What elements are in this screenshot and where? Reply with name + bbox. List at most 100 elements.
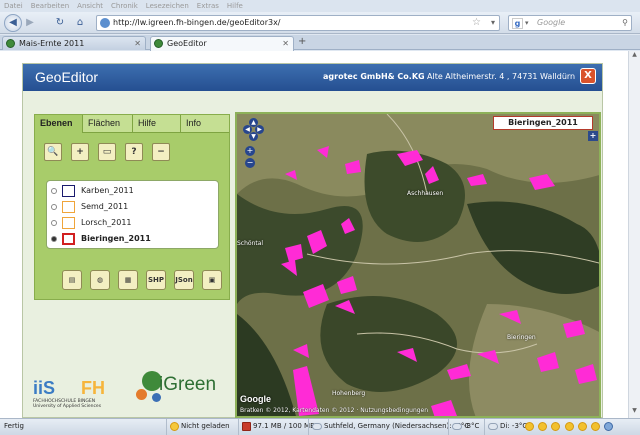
home-icon[interactable]: ⌂ <box>72 15 88 31</box>
load-status-text: Nicht geladen <box>181 422 230 430</box>
tab-hilfe[interactable]: Hilfe <box>133 115 181 133</box>
close-button[interactable]: X <box>580 68 596 84</box>
memory-icon <box>242 421 251 431</box>
weather-icons <box>522 419 615 435</box>
menu-bearbeiten[interactable]: Bearbeiten <box>31 0 69 12</box>
iis-logo-text: iiS <box>33 378 56 398</box>
new-document-icon[interactable]: ▭ <box>98 143 116 161</box>
layer-radio-selected[interactable] <box>51 236 57 242</box>
address-bar[interactable]: http://lw.igreen.fh-bingen.de/geoEditor3… <box>96 15 500 31</box>
weather-forecast-1[interactable]: -8°C <box>448 419 479 435</box>
menu-lesezeichen[interactable]: Lesezeichen <box>146 0 189 12</box>
layer-name: Lorsch_2011 <box>81 218 132 227</box>
print-icon[interactable]: ▤ <box>62 270 82 290</box>
page-content: GeoEditor agrotec GmbH& Co.KG Alte Althe… <box>0 51 640 418</box>
reload-icon[interactable]: ↻ <box>52 15 68 31</box>
place-label: Hohenberg <box>332 390 366 397</box>
layer-item-karben[interactable]: Karben_2011 <box>51 184 216 198</box>
sun-icon <box>551 421 561 431</box>
google-logo[interactable]: Google <box>240 394 271 404</box>
place-label: Aschhausen <box>407 190 444 197</box>
load-status: Nicht geladen <box>166 419 230 435</box>
zoom-in-icon[interactable]: + <box>71 143 89 161</box>
help-icon[interactable]: ? <box>125 143 143 161</box>
map-zoom-in-icon[interactable]: + <box>245 146 255 156</box>
tab-close-icon[interactable]: ✕ <box>282 37 289 50</box>
sun-icon <box>591 421 601 431</box>
fh-logo-text: FH <box>81 378 105 398</box>
layer-radio[interactable] <box>51 220 57 226</box>
tab-info[interactable]: Info <box>181 115 229 133</box>
menu-hilfe[interactable]: Hilfe <box>227 0 243 12</box>
layer-item-semd[interactable]: Semd_2011 <box>51 200 216 214</box>
save-icon[interactable]: ▣ <box>202 270 222 290</box>
active-layer-label: Bieringen_2011 <box>493 116 593 130</box>
browser-window: Datei Bearbeiten Ansicht Chronik Lesezei… <box>0 0 640 435</box>
weather-status[interactable]: Suthfeld, Germany (Niedersachsen): -6°C <box>308 419 469 435</box>
menu-bar: Datei Bearbeiten Ansicht Chronik Lesezei… <box>0 0 640 12</box>
search-input[interactable]: g ▾ Google ⚲ <box>508 15 632 31</box>
layer-item-bieringen[interactable]: Bieringen_2011 <box>51 232 216 246</box>
memory-text: 97.1 MB / 100 MB <box>253 422 315 430</box>
table-icon[interactable]: ▦ <box>118 270 138 290</box>
panel-tabs: Ebenen Flächen Hilfe Info <box>35 115 229 133</box>
engine-dropdown-icon[interactable]: ▾ <box>525 16 529 30</box>
layer-panel: Ebenen Flächen Hilfe Info 🔍 + ▭ ? − Karb… <box>34 114 230 300</box>
map-copyright: Bratken © 2012, Kartendaten © 2012 · Nut… <box>240 407 429 414</box>
tab-geoeditor[interactable]: GeoEditor ✕ <box>150 36 294 51</box>
menu-extras[interactable]: Extras <box>197 0 219 12</box>
menu-ansicht[interactable]: Ansicht <box>77 0 103 12</box>
layer-color-swatch <box>62 217 75 229</box>
tab-flaechen[interactable]: Flächen <box>83 115 133 133</box>
site-globe-icon <box>100 18 110 28</box>
tab-ebenen[interactable]: Ebenen <box>35 115 83 133</box>
company-name: agrotec GmbH& Co.KG <box>323 72 425 81</box>
tab-strip: Mais-Ernte 2011 ✕ GeoEditor ✕ + <box>0 35 640 51</box>
layer-radio[interactable] <box>51 204 57 210</box>
scroll-up-icon[interactable]: ▲ <box>629 51 640 62</box>
layer-name: Bieringen_2011 <box>81 234 151 243</box>
layer-list: Karben_2011 Semd_2011 Lorsch_2011 Bierin… <box>46 180 219 249</box>
forward-button-icon[interactable]: ▶ <box>22 15 38 31</box>
sun-icon <box>564 421 574 431</box>
search-icon[interactable]: 🔍 <box>44 143 62 161</box>
globe-icon[interactable]: ◍ <box>90 270 110 290</box>
new-tab-icon[interactable]: + <box>298 36 306 47</box>
layer-color-swatch <box>62 233 75 245</box>
menu-datei[interactable]: Datei <box>4 0 23 12</box>
layer-item-lorsch[interactable]: Lorsch_2011 <box>51 216 216 230</box>
tab-label: GeoEditor <box>167 39 207 48</box>
url-dropdown-icon[interactable]: ▾ <box>491 16 495 30</box>
layer-name: Karben_2011 <box>81 186 134 195</box>
status-bar: Fertig Nicht geladen 97.1 MB / 100 MB Su… <box>0 418 640 435</box>
menu-chronik[interactable]: Chronik <box>111 0 138 12</box>
globe-status-icon <box>604 421 614 431</box>
place-label: Bieringen <box>507 334 536 341</box>
url-text: http://lw.igreen.fh-bingen.de/geoEditor3… <box>113 18 281 27</box>
tab-mais-ernte[interactable]: Mais-Ernte 2011 ✕ <box>2 36 146 50</box>
app-header: GeoEditor agrotec GmbH& Co.KG Alte Althe… <box>23 64 602 91</box>
layer-color-swatch <box>62 185 75 197</box>
company-address: Alte Altheimerstr. 4 , 74731 Walldürn <box>427 72 576 81</box>
cloud-icon <box>312 422 322 430</box>
shp-export-button[interactable]: SHP <box>146 270 166 290</box>
layer-switcher-plus-icon[interactable]: + <box>588 131 598 141</box>
lightning-icon <box>170 421 179 431</box>
map-zoom-out-icon[interactable]: − <box>245 158 255 168</box>
tab-label: Mais-Ernte 2011 <box>19 39 85 48</box>
layer-radio[interactable] <box>51 188 57 194</box>
google-engine-icon[interactable]: g <box>512 18 523 29</box>
zoom-out-icon[interactable]: − <box>152 143 170 161</box>
json-export-button[interactable]: JSon <box>174 270 194 290</box>
scroll-down-icon[interactable]: ▼ <box>629 407 640 418</box>
search-icon[interactable]: ⚲ <box>622 16 628 30</box>
vertical-scrollbar[interactable]: ▲ ▼ <box>628 51 640 418</box>
tab-close-icon[interactable]: ✕ <box>134 37 141 50</box>
back-button-icon[interactable]: ◀ <box>4 14 22 32</box>
sun-icon <box>577 421 587 431</box>
weather-forecast-2[interactable]: Di: -3°C <box>484 419 527 435</box>
cloud-icon <box>488 422 498 430</box>
satellite-map[interactable]: Bieringen_2011 + ▲ ◀ ▶ ▼ + − Aschhausen … <box>235 112 601 418</box>
bookmark-star-icon[interactable]: ☆ <box>472 16 481 30</box>
pan-down-icon[interactable]: ▼ <box>249 132 258 141</box>
